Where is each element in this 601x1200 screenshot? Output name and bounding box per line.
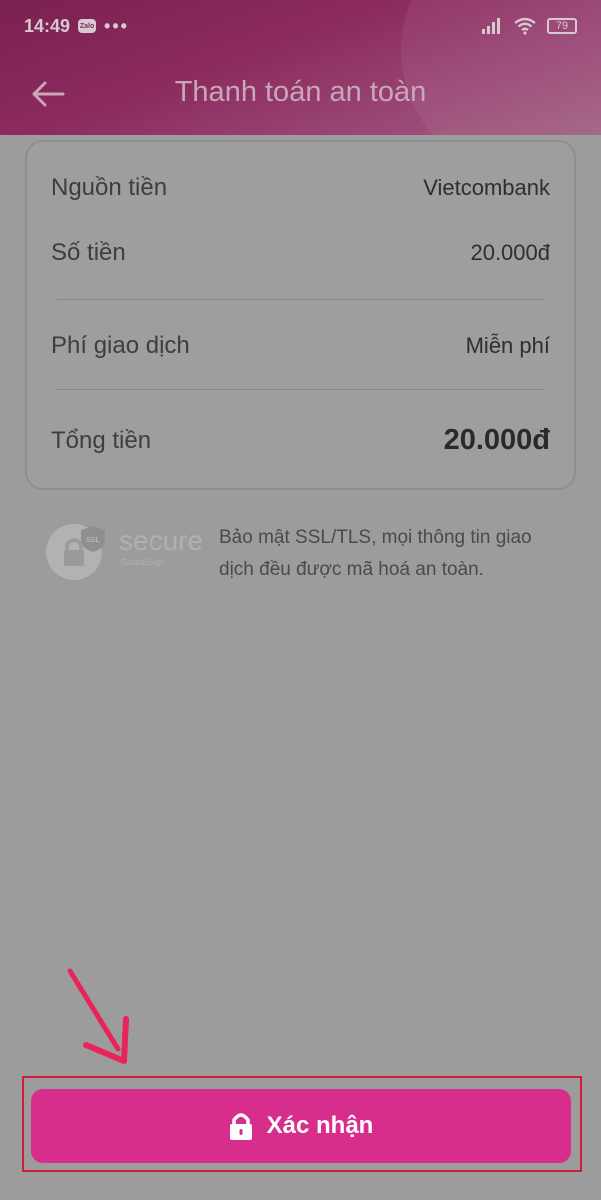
fee-value: Miễn phí: [465, 333, 550, 358]
page-title: Thanh toán an toàn: [174, 76, 427, 108]
ssl-badge-text: SSL: [86, 537, 100, 544]
source-row: Nguồn tiền Vietcombank: [51, 174, 550, 202]
wifi-icon: [514, 17, 536, 35]
signal-icon: [482, 18, 500, 34]
lock-icon: [229, 1113, 252, 1140]
amount-value: 20.000đ: [470, 240, 550, 265]
app-header: 14:49 Zalo ••• 79 Thanh toán an toàn: [0, 0, 601, 135]
status-icons: 79: [481, 17, 577, 35]
confirm-button-label: Xác nhận: [266, 1112, 374, 1139]
total-value: 20.000đ: [443, 424, 550, 456]
fee-label: Phí giao dịch: [51, 332, 190, 359]
payment-summary-card: Nguồn tiền Vietcombank Số tiền 20.000đ P…: [25, 140, 576, 490]
source-value: Vietcombank: [423, 175, 550, 200]
divider: [57, 389, 544, 390]
globalsign-secure-logo: SSL secure GlobalSign: [46, 524, 203, 580]
globalsign-logo-text: GlobalSign: [121, 557, 165, 567]
total-row: Tổng tiền 20.000đ: [51, 424, 550, 457]
more-notifications-icon: •••: [104, 15, 129, 36]
source-label: Nguồn tiền: [51, 174, 168, 201]
fee-row: Phí giao dịch Miễn phí: [51, 332, 550, 360]
status-bar: 14:49 Zalo ••• 79: [0, 0, 601, 52]
confirm-button[interactable]: Xác nhận: [31, 1089, 571, 1163]
amount-row: Số tiền 20.000đ: [51, 239, 550, 267]
battery-icon: 79: [547, 18, 577, 34]
total-label: Tổng tiền: [51, 426, 152, 454]
zalo-notification-icon: Zalo: [78, 19, 97, 33]
divider: [57, 299, 544, 300]
status-time: 14:49: [24, 15, 71, 36]
secure-logo-text: secure: [119, 525, 203, 556]
annotation-arrow-icon: [67, 968, 129, 1064]
amount-label: Số tiền: [51, 239, 126, 266]
security-message: Bảo mật SSL/TLS, mọi thông tin giao dịch…: [219, 527, 532, 580]
